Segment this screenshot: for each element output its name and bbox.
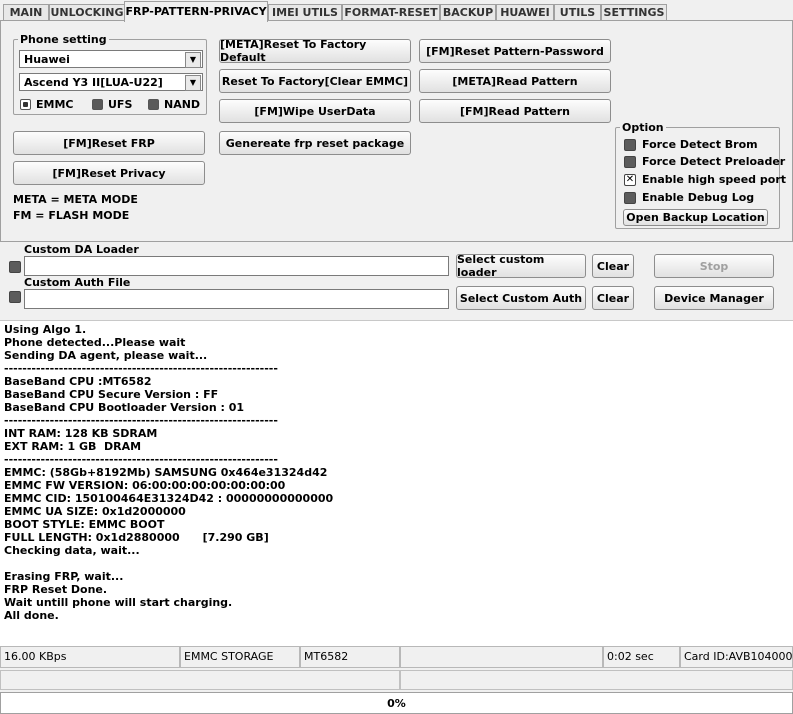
log-line: EMMC FW VERSION: 06:00:00:00:00:00:00:00 <box>4 479 286 492</box>
force-detect-preloader-checkbox[interactable]: Force Detect Preloader <box>624 155 785 168</box>
tab-backup[interactable]: BACKUP <box>440 4 496 20</box>
model-select[interactable]: Ascend Y3 II[LUA-U22] ▼ <box>19 73 203 91</box>
status-storage: EMMC STORAGE <box>180 646 300 668</box>
wipe-userdata-button[interactable]: [FM]Wipe UserData <box>219 99 411 123</box>
status-cpu: MT6582 <box>300 646 400 668</box>
log-line: EMMC: (58Gb+8192Mb) SAMSUNG 0x464e31324d… <box>4 466 328 479</box>
log-line: Sending DA agent, please wait... <box>4 349 208 362</box>
custom-auth-file-label: Custom Auth File <box>24 276 131 289</box>
log-line: EXT RAM: 1 GB DRAM <box>4 440 142 453</box>
checkbox-unchecked-icon[interactable] <box>624 191 636 204</box>
open-backup-location-button[interactable]: Open Backup Location <box>623 209 768 226</box>
tab-main[interactable]: MAIN <box>3 4 49 20</box>
meta-reset-factory-button[interactable]: [META]Reset To Factory Default <box>219 38 411 64</box>
log-line: BaseBand CPU :MT6582 <box>4 375 152 388</box>
radio-selected-icon[interactable] <box>20 99 31 110</box>
tab-unlocking[interactable]: UNLOCKING <box>49 4 125 20</box>
tab-format-reset[interactable]: FORMAT-RESET <box>342 4 440 20</box>
log-line: Using Algo 1. <box>4 323 87 336</box>
custom-da-loader-checkbox[interactable] <box>9 261 21 273</box>
reset-privacy-button[interactable]: [FM]Reset Privacy <box>13 161 205 185</box>
enable-high-speed-port-label: Enable high speed port <box>642 173 786 186</box>
tab-panel: Phone setting Huawei ▼ Ascend Y3 II[LUA-… <box>0 20 793 242</box>
log-line: FRP Reset Done. <box>4 583 108 596</box>
tab-settings[interactable]: SETTINGS <box>601 4 667 20</box>
tab-frp-pattern-privacy[interactable]: FRP-PATTERN-PRIVACY <box>124 1 268 22</box>
status-card-id: Card ID:AVB1040000 <box>680 646 793 668</box>
enable-debug-log-label: Enable Debug Log <box>642 191 755 204</box>
radio-ufs[interactable]: UFS <box>92 98 132 111</box>
log-line: Checking data, wait... <box>4 544 140 557</box>
log-line: Erasing FRP, wait... <box>4 570 124 583</box>
checkbox-checked-icon[interactable]: ✕ <box>624 173 636 186</box>
clear-auth-button[interactable]: Clear <box>592 286 634 310</box>
log-line: BaseBand CPU Bootloader Version : 01 <box>4 401 245 414</box>
log-line: ----------------------------------------… <box>4 414 278 427</box>
reset-factory-clear-emmc-button[interactable]: Reset To Factory[Clear EMMC] <box>219 69 411 93</box>
radio-emmc-label: EMMC <box>36 98 74 111</box>
radio-nand[interactable]: NAND <box>148 98 200 111</box>
reset-frp-button[interactable]: [FM]Reset FRP <box>13 131 205 155</box>
progress-bar: 0% <box>0 692 793 714</box>
enable-debug-log-checkbox[interactable]: Enable Debug Log <box>624 191 754 204</box>
log-line: ----------------------------------------… <box>4 362 278 375</box>
model-value: Ascend Y3 II[LUA-U22] <box>24 76 163 89</box>
device-manager-button[interactable]: Device Manager <box>654 286 774 310</box>
log-line: BOOT STYLE: EMMC BOOT <box>4 518 165 531</box>
checkbox-unchecked-icon[interactable] <box>624 155 636 168</box>
log-line: Phone detected...Please wait <box>4 336 186 349</box>
radio-nand-label: NAND <box>164 98 201 111</box>
status-secondary-right <box>400 670 793 690</box>
chevron-down-icon[interactable]: ▼ <box>185 52 201 68</box>
force-detect-preloader-label: Force Detect Preloader <box>642 155 786 168</box>
custom-da-loader-input[interactable] <box>24 256 449 276</box>
chevron-down-icon[interactable]: ▼ <box>185 75 201 91</box>
status-time: 0:02 sec <box>603 646 680 668</box>
log-line: EMMC CID: 150100464E31324D42 : 000000000… <box>4 492 334 505</box>
radio-ufs-label: UFS <box>108 98 133 111</box>
force-detect-brom-checkbox[interactable]: Force Detect Brom <box>624 138 758 151</box>
enable-high-speed-port-checkbox[interactable]: ✕ Enable high speed port <box>624 173 786 186</box>
tab-bar: MAIN UNLOCKING FRP-PATTERN-PRIVACY IMEI … <box>0 0 793 22</box>
generate-frp-package-button[interactable]: Genereate frp reset package <box>219 131 411 155</box>
tab-huawei[interactable]: HUAWEI <box>496 4 554 20</box>
log-output[interactable]: Using Algo 1. Phone detected...Please wai… <box>0 320 793 647</box>
brand-value: Huawei <box>24 53 70 66</box>
radio-unselected-icon[interactable] <box>148 99 159 110</box>
progress-label: 0% <box>387 696 406 710</box>
status-speed: 16.00 KBps <box>0 646 180 668</box>
custom-da-loader-label: Custom DA Loader <box>24 243 139 256</box>
select-custom-loader-button[interactable]: Select custom loader <box>456 253 586 279</box>
log-line: BaseBand CPU Secure Version : FF <box>4 388 219 401</box>
radio-unselected-icon[interactable] <box>92 99 103 110</box>
status-empty <box>400 646 603 668</box>
custom-auth-file-checkbox[interactable] <box>9 291 21 303</box>
meta-mode-note: META = META MODE <box>13 193 138 206</box>
log-line: All done. <box>4 609 59 622</box>
fm-read-pattern-button[interactable]: [FM]Read Pattern <box>419 99 611 123</box>
meta-read-pattern-button[interactable]: [META]Read Pattern <box>419 69 611 93</box>
clear-da-button[interactable]: Clear <box>592 254 634 278</box>
log-line: Wait untill phone will start charging. <box>4 596 233 609</box>
log-line: ----------------------------------------… <box>4 453 278 466</box>
tab-imei-utils[interactable]: IMEI UTILS <box>268 4 342 20</box>
force-detect-brom-label: Force Detect Brom <box>642 138 758 151</box>
checkbox-unchecked-icon[interactable] <box>624 138 636 151</box>
option-legend: Option <box>622 121 664 134</box>
phone-setting-legend: Phone setting <box>20 33 107 46</box>
log-line: EMMC UA SIZE: 0x1d2000000 <box>4 505 186 518</box>
stop-button[interactable]: Stop <box>654 254 774 278</box>
fm-mode-note: FM = FLASH MODE <box>13 209 130 222</box>
status-secondary-left <box>0 670 400 690</box>
log-line: FULL LENGTH: 0x1d2880000 [7.290 GB] <box>4 531 269 544</box>
brand-select[interactable]: Huawei ▼ <box>19 50 203 68</box>
reset-pattern-password-button[interactable]: [FM]Reset Pattern-Password <box>419 39 611 63</box>
select-custom-auth-button[interactable]: Select Custom Auth <box>456 286 586 310</box>
custom-auth-file-input[interactable] <box>24 289 449 309</box>
log-line: INT RAM: 128 KB SDRAM <box>4 427 158 440</box>
radio-emmc[interactable]: EMMC <box>20 98 73 111</box>
tab-utils[interactable]: UTILS <box>554 4 601 20</box>
